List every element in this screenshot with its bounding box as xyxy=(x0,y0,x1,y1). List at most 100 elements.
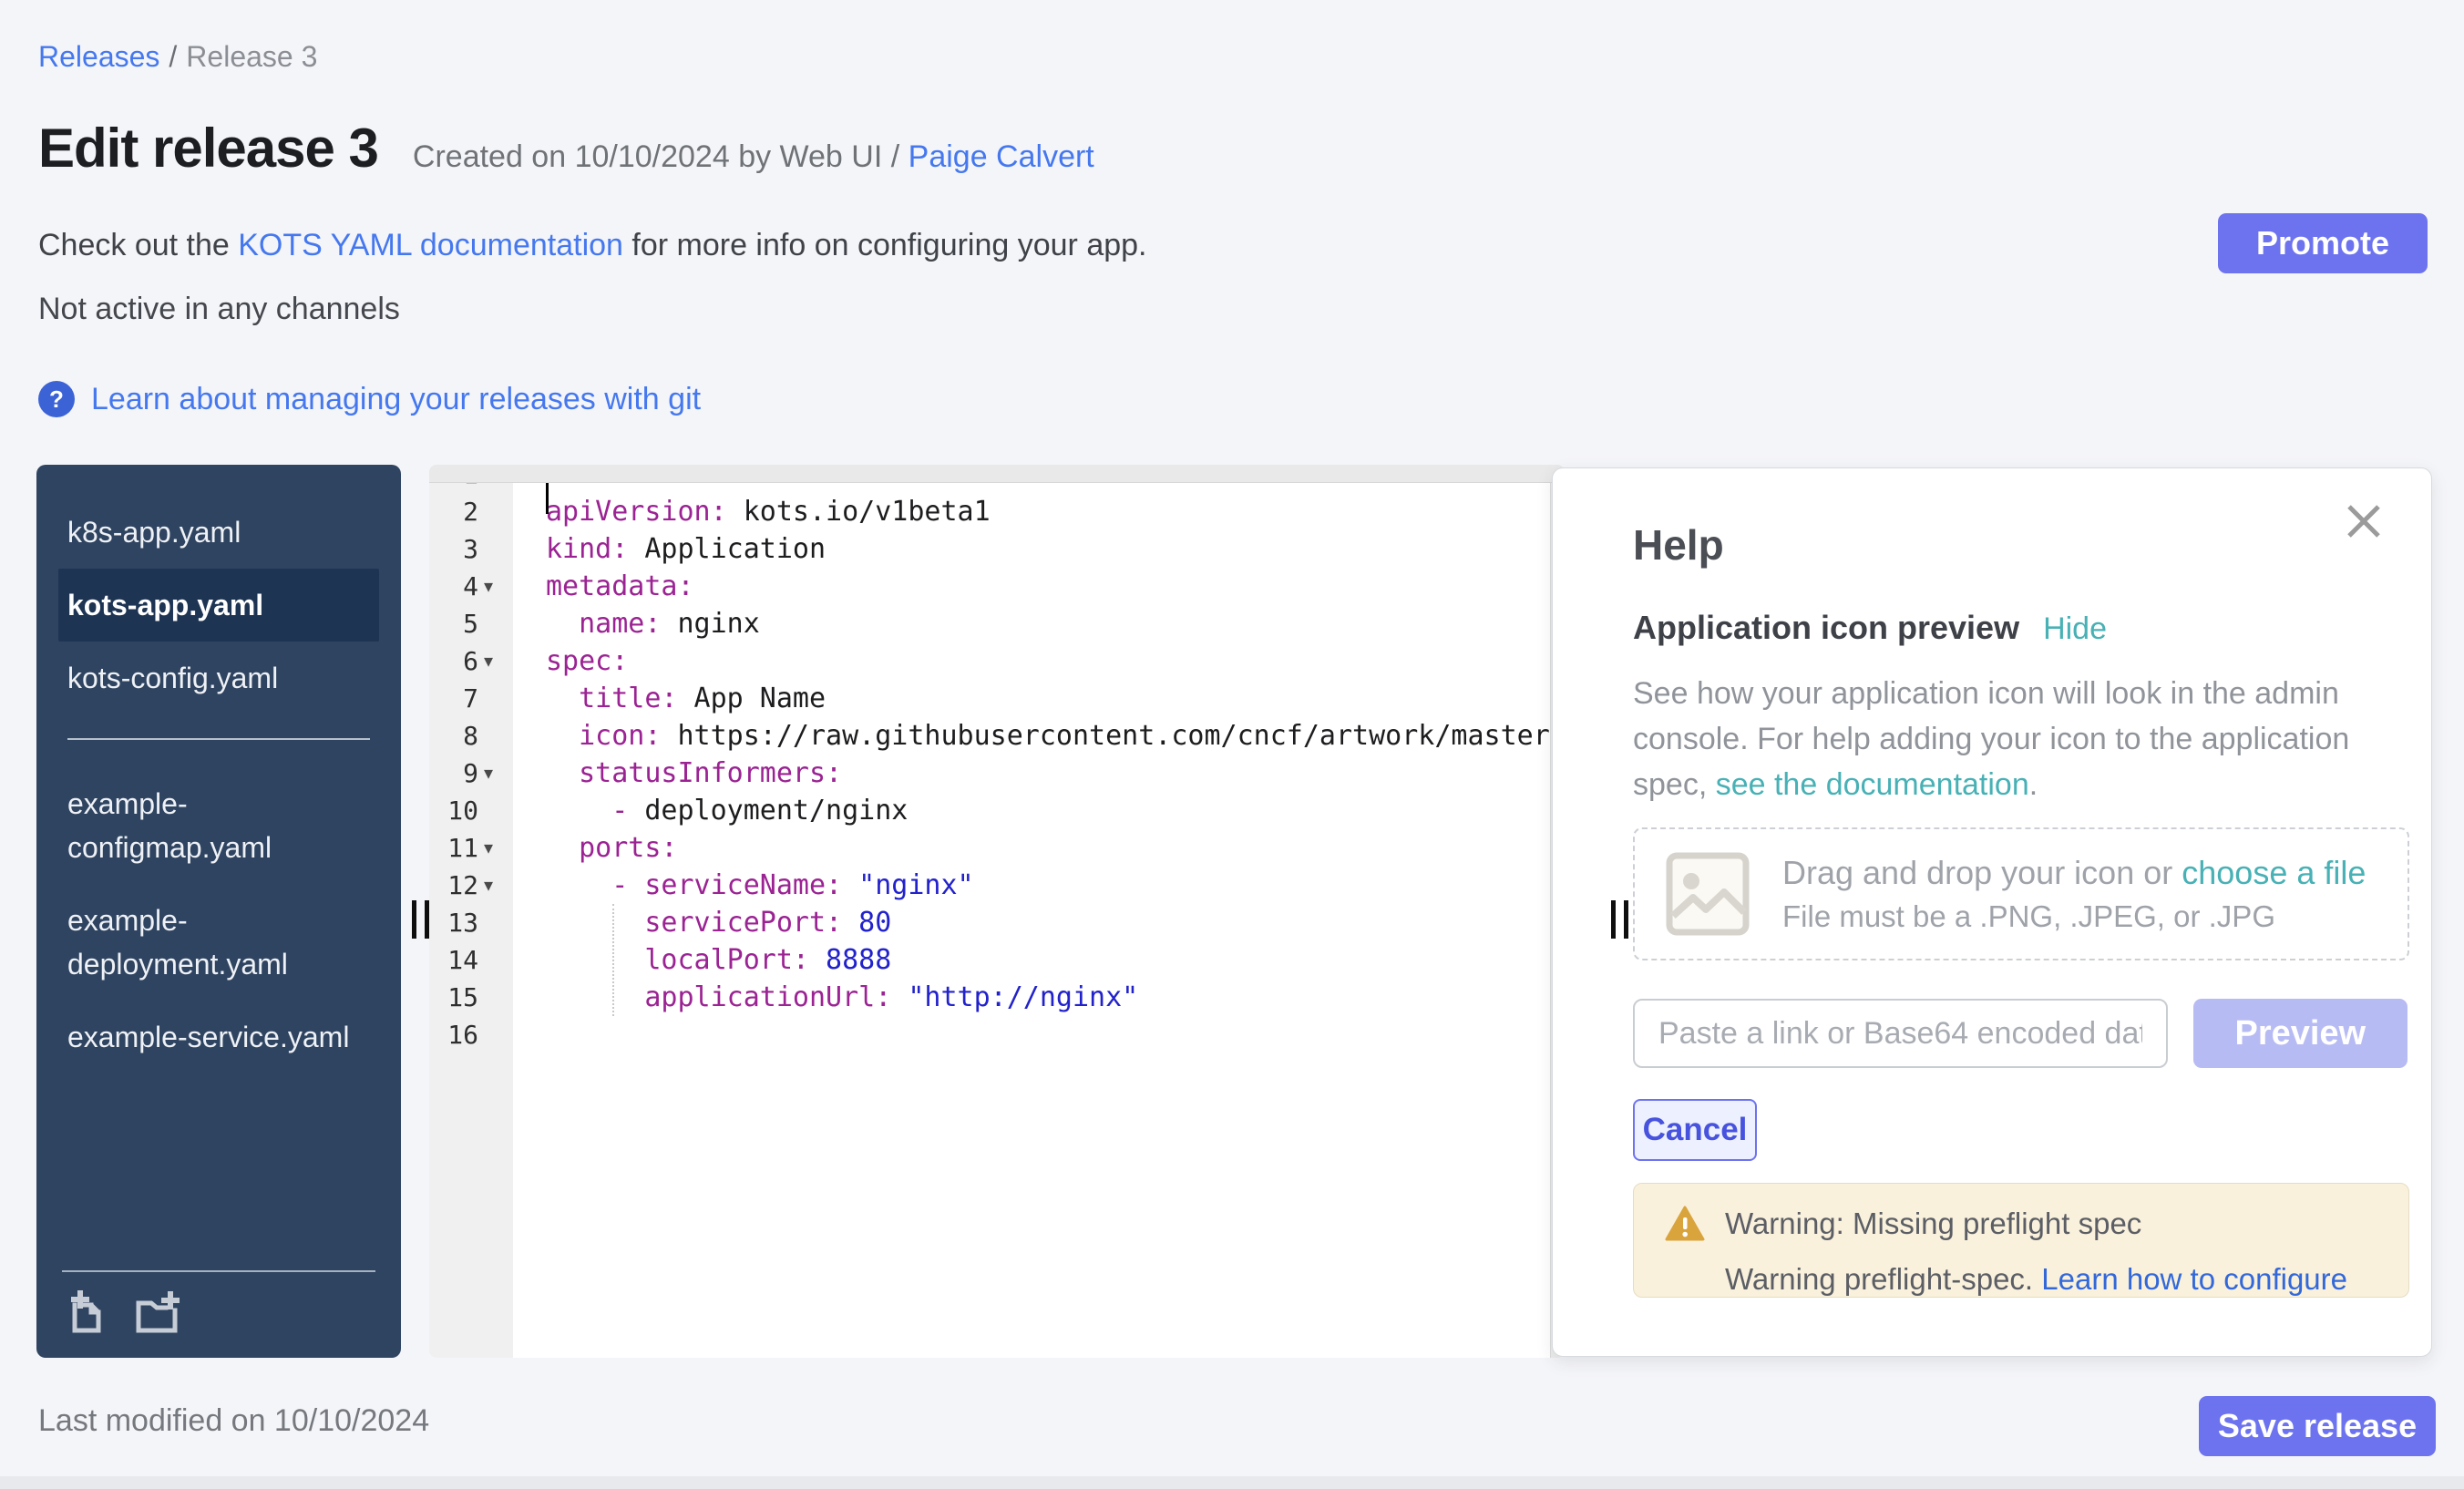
learn-how-to-configure-link[interactable]: Learn how to configure xyxy=(2041,1262,2347,1296)
line-number: 9 xyxy=(429,758,478,788)
help-panel-title: Help xyxy=(1633,519,2408,570)
code-line-6[interactable]: 6▾spec: xyxy=(429,642,1565,680)
code-lines: 1---2apiVersion: kots.io/v1beta13kind: A… xyxy=(429,465,1565,1053)
code-line-10[interactable]: 10 - deployment/nginx xyxy=(429,792,1565,829)
last-modified-text: Last modified on 10/10/2024 xyxy=(38,1403,429,1439)
code-segment xyxy=(546,944,644,976)
breadcrumb: Releases/Release 3 xyxy=(38,40,317,74)
code-line-4[interactable]: 4▾ metadata: xyxy=(429,568,1565,605)
code-segment: spec: xyxy=(546,645,628,677)
created-by-text: Created on 10/10/2024 by Web UI / Paige … xyxy=(413,139,1094,175)
code-line-12[interactable]: 12▾ - serviceName: "nginx" xyxy=(429,867,1565,904)
code-segment: "nginx" xyxy=(842,869,974,901)
created-by-author-link[interactable]: Paige Calvert xyxy=(909,139,1094,174)
line-number: 3 xyxy=(429,534,478,564)
editor-horizontal-scrollbar[interactable] xyxy=(429,465,1565,483)
code-segment: localPort: xyxy=(644,944,809,976)
resize-bar xyxy=(1611,900,1616,939)
code-text: icon: https://raw.githubusercontent.com/… xyxy=(513,720,1565,752)
code-line-5[interactable]: 5 name: nginx xyxy=(429,605,1565,642)
file-label: kots-config.yaml xyxy=(67,662,278,694)
code-segment xyxy=(546,907,644,939)
file-label: k8s-app.yaml xyxy=(67,516,241,549)
code-line-8[interactable]: 8 icon: https://raw.githubusercontent.co… xyxy=(429,717,1565,755)
icon-dropzone[interactable]: Drag and drop your icon or choose a file… xyxy=(1633,827,2409,960)
line-number: 7 xyxy=(429,683,478,714)
file-group-divider xyxy=(67,738,370,740)
icon-preview-title: Application icon preview xyxy=(1633,609,2019,647)
code-text: ports: xyxy=(513,832,678,864)
save-release-button[interactable]: Save release xyxy=(2199,1396,2436,1456)
help-panel-resize-handle[interactable] xyxy=(1611,900,1628,939)
fold-arrow-icon[interactable]: ▾ xyxy=(478,762,513,785)
preview-button[interactable]: Preview xyxy=(2193,999,2408,1068)
code-line-13[interactable]: 13 servicePort: 80 xyxy=(429,904,1565,941)
doc-hint-line: Check out the KOTS YAML documentation fo… xyxy=(38,228,1147,263)
git-help-link[interactable]: Learn about managing your releases with … xyxy=(91,382,701,417)
warning-title: Warning: Missing preflight spec xyxy=(1725,1207,2141,1241)
sidebar-file-kots-app.yaml[interactable]: kots-app.yaml xyxy=(58,569,379,642)
sidebar-file-k8s-app.yaml[interactable]: k8s-app.yaml xyxy=(58,496,379,569)
resize-bar xyxy=(1624,900,1628,939)
fold-arrow-icon[interactable]: ▾ xyxy=(478,837,513,859)
resize-bar xyxy=(412,900,416,939)
kots-yaml-doc-link[interactable]: KOTS YAML documentation xyxy=(238,228,623,262)
fold-arrow-icon[interactable]: ▾ xyxy=(478,874,513,897)
icon-url-input[interactable] xyxy=(1633,999,2168,1068)
cancel-button[interactable]: Cancel xyxy=(1633,1099,1757,1161)
resize-bar xyxy=(425,900,429,939)
fold-arrow-icon[interactable]: ▾ xyxy=(478,650,513,673)
warning-detail: Warning preflight-spec. Learn how to con… xyxy=(1725,1262,2408,1297)
code-line-9[interactable]: 9▾ statusInformers: xyxy=(429,755,1565,792)
code-line-16[interactable]: 16 xyxy=(429,1016,1565,1053)
code-segment: https://raw.githubusercontent.com/cncf/a… xyxy=(661,720,1565,752)
sidebar-file-example-service.yaml[interactable]: example-service.yaml xyxy=(58,1001,379,1073)
code-segment: deployment/nginx xyxy=(644,795,908,827)
breadcrumb-separator: / xyxy=(169,40,177,73)
code-segment xyxy=(546,757,579,789)
code-segment: - serviceName: xyxy=(611,869,842,901)
new-file-icon[interactable] xyxy=(62,1290,109,1338)
yaml-editor[interactable]: 1---2apiVersion: kots.io/v1beta13kind: A… xyxy=(429,465,1565,1358)
promote-button[interactable]: Promote xyxy=(2218,213,2428,273)
sidebar-file-kots-config.yaml[interactable]: kots-config.yaml xyxy=(58,642,379,714)
code-line-14[interactable]: 14 localPort: 8888 xyxy=(429,941,1565,979)
code-segment xyxy=(546,795,611,827)
code-segment: 8888 xyxy=(809,944,891,976)
fold-arrow-icon[interactable]: ▾ xyxy=(478,575,513,598)
new-folder-icon[interactable] xyxy=(133,1290,180,1338)
code-text: statusInformers: xyxy=(513,757,842,789)
file-label: example-deployment.yaml xyxy=(67,904,288,981)
code-line-7[interactable]: 7 title: App Name xyxy=(429,680,1565,717)
line-number: 14 xyxy=(429,945,478,975)
code-segment: metadata: xyxy=(546,570,694,602)
see-documentation-link[interactable]: see the documentation xyxy=(1716,767,2029,802)
choose-file-link[interactable]: choose a file xyxy=(2182,854,2366,891)
breadcrumb-releases-link[interactable]: Releases xyxy=(38,40,159,73)
code-line-15[interactable]: 15 applicationUrl: "http://nginx" xyxy=(429,979,1565,1016)
code-line-2[interactable]: 2apiVersion: kots.io/v1beta1 xyxy=(429,493,1565,530)
code-segment: title: xyxy=(579,683,677,714)
hide-link[interactable]: Hide xyxy=(2043,611,2107,647)
sidebar-resize-handle[interactable] xyxy=(412,900,429,939)
sidebar-file-example-deployment.yaml[interactable]: example-deployment.yaml xyxy=(58,884,379,1001)
file-label: example-configmap.yaml xyxy=(67,787,272,864)
close-icon[interactable] xyxy=(2342,499,2386,543)
code-segment: App Name xyxy=(678,683,826,714)
sidebar-file-example-configmap.yaml[interactable]: example-configmap.yaml xyxy=(58,767,379,884)
code-line-3[interactable]: 3kind: Application xyxy=(429,530,1565,568)
warning-row: Warning: Missing preflight spec xyxy=(1665,1206,2408,1242)
code-segment: kots.io/v1beta1 xyxy=(727,496,991,528)
file-group-kots: k8s-app.yaml kots-app.yaml kots-config.y… xyxy=(58,496,379,714)
code-segment xyxy=(546,832,579,864)
code-segment: name: xyxy=(579,608,661,640)
file-list: k8s-app.yaml kots-app.yaml kots-config.y… xyxy=(36,465,401,1073)
code-line-11[interactable]: 11▾ ports: xyxy=(429,829,1565,867)
code-segment: apiVersion: xyxy=(546,496,727,528)
code-segment: icon: xyxy=(579,720,661,752)
code-text: - serviceName: "nginx" xyxy=(513,869,974,901)
file-sidebar: k8s-app.yaml kots-app.yaml kots-config.y… xyxy=(36,465,401,1358)
code-text: title: App Name xyxy=(513,683,826,714)
line-number: 4 xyxy=(429,571,478,601)
code-segment: 80 xyxy=(842,907,891,939)
